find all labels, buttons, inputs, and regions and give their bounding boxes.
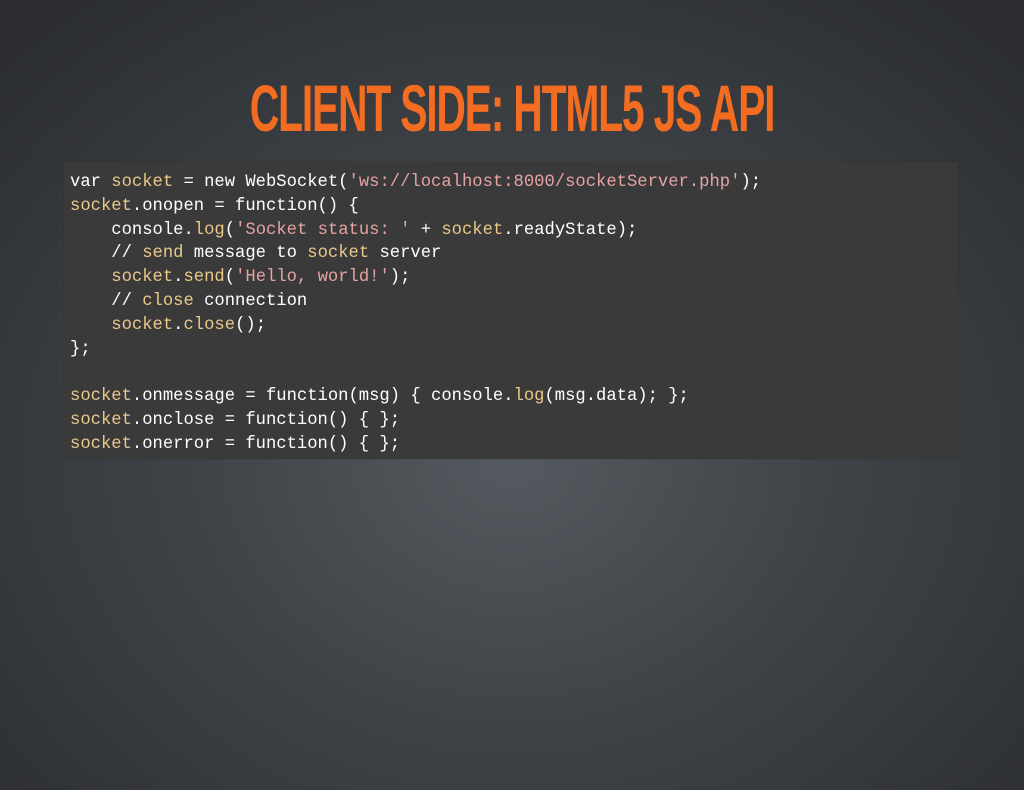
code-line: console.log('Socket status: ' + socket.r… [70, 219, 952, 243]
slide: CLIENT SIDE: HTML5 JS API var socket = n… [0, 0, 1024, 790]
code-text: ); [389, 268, 411, 288]
code-identifier: socket [111, 268, 174, 288]
code-identifier: log [193, 220, 225, 240]
code-text: console. [70, 220, 194, 240]
code-identifier: send [183, 268, 225, 288]
code-block: var socket = new WebSocket('ws://localho… [64, 162, 958, 459]
code-identifier: socket [70, 434, 132, 454]
slide-title: CLIENT SIDE: HTML5 JS API [249, 71, 776, 145]
code-line: socket.onerror = function() { }; [70, 433, 952, 457]
code-text: // [70, 244, 143, 264]
code-identifier: close [183, 315, 236, 335]
code-text: + [410, 220, 442, 240]
code-line: socket.close(); [70, 314, 952, 338]
code-text: connection [193, 291, 308, 311]
code-text: .onopen = function() { [131, 196, 359, 216]
code-text: ( [224, 268, 236, 288]
code-identifier: send [142, 244, 184, 264]
code-text: (); [235, 315, 267, 335]
code-text: (msg.data); }; [544, 387, 689, 407]
code-text: .onerror = function() { }; [131, 434, 401, 454]
code-line: socket.onmessage = function(msg) { conso… [70, 385, 952, 409]
code-string: 'Hello, world!' [235, 268, 390, 288]
code-string: 'Socket status: ' [235, 220, 411, 240]
code-text: = new WebSocket( [173, 173, 349, 192]
code-line: socket.send('Hello, world!'); [70, 266, 952, 290]
code-identifier: log [513, 387, 545, 407]
code-line: // close connection [70, 290, 952, 314]
code-text: // [70, 291, 143, 311]
code-text: ); [740, 173, 762, 192]
code-line: }; [70, 338, 952, 362]
code-identifier: socket [70, 387, 132, 407]
code-text: .readyState); [503, 220, 638, 240]
code-text: ( [224, 220, 236, 240]
code-identifier: socket [441, 220, 504, 240]
code-line: var socket = new WebSocket('ws://localho… [70, 171, 952, 195]
code-text: message to [183, 244, 308, 264]
code-identifier: socket [307, 244, 370, 264]
code-text: }; [70, 339, 91, 359]
code-line: // send message to socket server [70, 242, 952, 266]
code-text: . [173, 315, 184, 335]
code-text: .onmessage = function(msg) { console. [131, 387, 514, 407]
code-string: 'ws://localhost:8000/socketServer.php' [348, 173, 741, 192]
code-identifier: socket [111, 315, 174, 335]
code-line: socket.onopen = function() { [70, 195, 952, 219]
code-identifier: socket [70, 410, 132, 430]
code-line: socket.onclose = function() { }; [70, 409, 952, 433]
code-identifier: socket [70, 196, 132, 216]
code-text: . [173, 268, 184, 288]
code-text: server [369, 244, 442, 264]
code-text: .onclose = function() { }; [131, 410, 401, 430]
code-identifier: close [142, 291, 194, 311]
code-identifier: socket [111, 173, 174, 192]
code-text: var [70, 173, 112, 192]
